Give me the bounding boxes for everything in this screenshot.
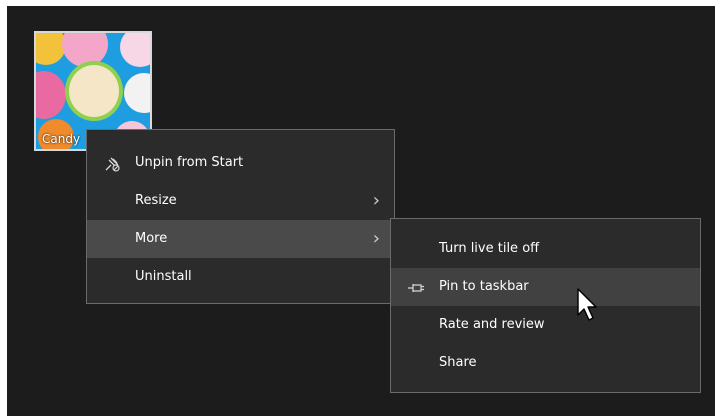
- menu-item-unpin-from-start[interactable]: Unpin from Start: [87, 144, 394, 182]
- menu-item-label: Unpin from Start: [135, 155, 244, 170]
- menu-item-turn-live-tile-off[interactable]: Turn live tile off: [391, 230, 700, 268]
- menu-item-label: Turn live tile off: [439, 241, 540, 256]
- menu-item-resize[interactable]: Resize ›: [87, 182, 394, 220]
- pin-icon: [405, 268, 427, 306]
- tile-art-bubble: [124, 73, 150, 113]
- more-submenu: Turn live tile off Pin to taskbar Rate a…: [390, 218, 701, 393]
- menu-item-rate-and-review[interactable]: Rate and review: [391, 306, 700, 344]
- menu-item-label: Pin to taskbar: [439, 279, 529, 294]
- menu-item-label: More: [135, 231, 168, 246]
- tile-art-logo: [36, 33, 66, 65]
- menu-item-label: Rate and review: [439, 317, 545, 332]
- tile-label: Candy: [42, 132, 81, 146]
- unpin-icon: [101, 144, 123, 182]
- tile-art-character: [65, 61, 123, 121]
- mouse-cursor-icon: [577, 288, 597, 321]
- chevron-right-icon: ›: [372, 228, 380, 249]
- menu-item-label: Uninstall: [135, 269, 192, 284]
- menu-item-uninstall[interactable]: Uninstall: [87, 258, 394, 296]
- tile-art-bubble: [36, 71, 66, 119]
- menu-item-label: Share: [439, 355, 477, 370]
- chevron-right-icon: ›: [372, 190, 380, 211]
- tile-context-menu: Unpin from Start Resize › More › Uninsta…: [86, 129, 395, 304]
- start-menu-area: Candy Unpin from Start Resize › More › U…: [7, 6, 715, 416]
- menu-item-pin-to-taskbar[interactable]: Pin to taskbar: [391, 268, 700, 306]
- menu-item-label: Resize: [135, 193, 177, 208]
- menu-item-more[interactable]: More ›: [87, 220, 394, 258]
- tile-art-bubble: [120, 33, 150, 67]
- menu-item-share[interactable]: Share: [391, 344, 700, 382]
